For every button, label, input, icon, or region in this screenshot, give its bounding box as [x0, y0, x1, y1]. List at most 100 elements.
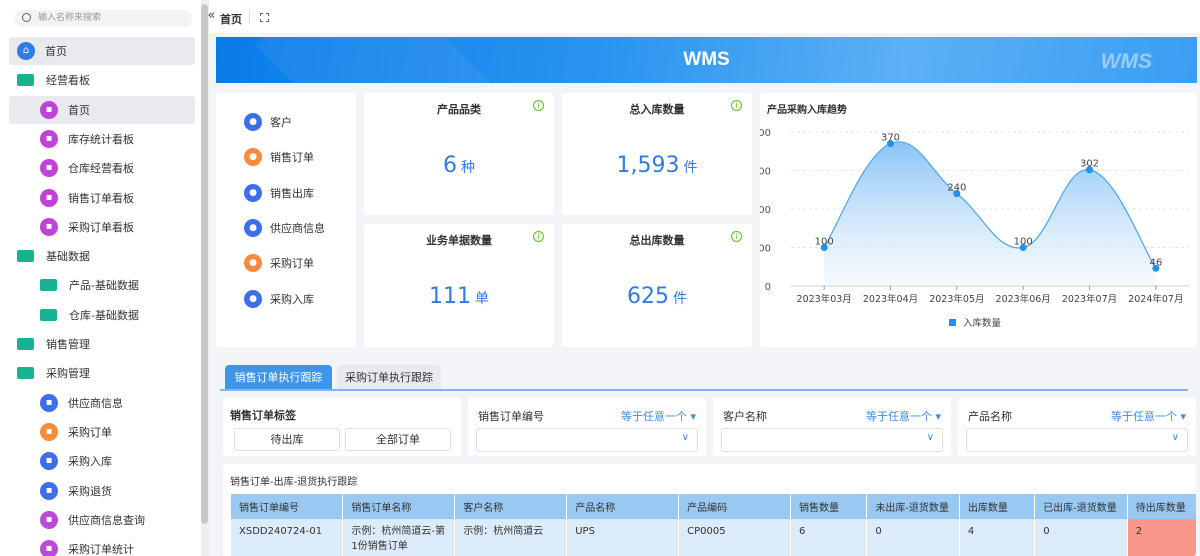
filter-operator-dropdown[interactable]: 等于任意一个 ▾ [866, 408, 941, 424]
filter-card: 销售订单编号 等于任意一个 ▾ ∨ [468, 398, 706, 456]
table-row[interactable]: XSDD240724-01 示例：杭州简道云-第1份销售订单 示例：杭州简道云 UPS… [231, 519, 1196, 556]
home-icon: ⌂ [17, 42, 35, 60]
pending-outbound-button[interactable]: 待出库 [234, 428, 340, 451]
sidebar-item-label: 经营看板 [46, 74, 90, 88]
x-tick-label: 2024年07月 [1128, 293, 1183, 305]
search-input[interactable]: 输入名称来搜索 [14, 10, 192, 27]
column-header[interactable]: 已出库-退货数量 [1034, 494, 1128, 519]
document-icon: ▪ [40, 393, 58, 412]
sidebar-item[interactable]: 经营看板 [9, 66, 195, 94]
filter-select[interactable]: ∨ [721, 428, 943, 452]
info-icon[interactable]: i [533, 231, 544, 242]
sidebar-item[interactable]: ▪ 采购订单 [9, 418, 195, 446]
table-cell: 示例：杭州简道云-第1份销售订单 [342, 519, 456, 556]
x-tick-label: 2023年05月 [929, 293, 984, 305]
filter-select[interactable]: ∨ [966, 428, 1188, 452]
info-icon[interactable]: i [731, 231, 742, 242]
folder-icon [17, 367, 34, 380]
y-tick-label: 300 [760, 167, 771, 178]
quick-link[interactable]: ● 采购入库 [244, 289, 314, 308]
table-cell: 2 [1127, 519, 1196, 556]
sidebar-item[interactable]: ▪ 销售订单看板 [9, 184, 195, 212]
sidebar-item[interactable]: 产品-基础数据 [9, 271, 195, 299]
sidebar-item[interactable]: 基础数据 [9, 242, 195, 270]
folder-icon [17, 250, 34, 263]
sidebar-item-label: 首页 [45, 45, 67, 58]
quick-link[interactable]: ● 供应商信息 [244, 218, 325, 237]
sidebar-item[interactable]: ▪ 首页 [9, 95, 195, 124]
x-tick-label: 2023年03月 [797, 293, 852, 305]
column-header[interactable]: 产品编码 [678, 494, 792, 519]
stat-title: 产品品类 [437, 103, 481, 116]
tracking-table-card: 销售订单-出库-退货执行跟踪 销售订单编号 销售订单名称 客户名称 产品名称 产品编码销… [223, 464, 1196, 556]
sidebar-item[interactable]: 销售管理 [9, 330, 195, 358]
sidebar-item-label: 产品-基础数据 [69, 279, 139, 293]
legend-label[interactable]: 入库数量 [963, 317, 1002, 329]
bar-chart-icon: ▪ [40, 510, 58, 529]
dashboard-icon: ▪ [40, 217, 58, 236]
stat-value-wrap: 625 件 [562, 284, 752, 309]
sidebar-item[interactable]: ⌂ 首页 [9, 37, 195, 65]
filter-select[interactable]: ∨ [476, 428, 698, 452]
banner-title: WMS [683, 49, 730, 70]
column-header[interactable]: 待出库数量 [1127, 494, 1196, 519]
column-header[interactable]: 销售数量 [790, 494, 868, 519]
tab-home[interactable]: 首页 [220, 11, 242, 27]
column-header[interactable]: 客户名称 [454, 494, 568, 519]
column-header[interactable]: 产品名称 [566, 494, 680, 519]
sidebar-item[interactable]: ▪ 供应商信息查询 [9, 506, 195, 534]
tab-purchase-tracking[interactable]: 采购订单执行跟踪 [337, 365, 441, 390]
tab-sales-tracking[interactable]: 销售订单执行跟踪 [225, 365, 332, 390]
column-header[interactable]: 销售订单名称 [342, 494, 456, 519]
divider [249, 10, 250, 24]
info-icon[interactable]: i [731, 100, 742, 111]
column-header[interactable]: 未出库-退货数量 [866, 494, 960, 519]
sidebar-item[interactable]: ▪ 库存统计看板 [9, 125, 195, 153]
collapse-sidebar-icon[interactable]: « [204, 8, 219, 26]
tab-underline [220, 389, 1188, 391]
table-cell: 0 [1034, 519, 1128, 556]
document-icon: ▪ [40, 481, 58, 500]
quick-link-label: 采购入库 [270, 292, 314, 306]
column-header[interactable]: 销售订单编号 [231, 494, 344, 519]
sidebar-item[interactable]: ▪ 采购订单看板 [9, 213, 195, 241]
sidebar-item[interactable]: ▪ 仓库经营看板 [9, 154, 195, 182]
folder-icon [40, 308, 57, 321]
sales-order-icon: ● [244, 148, 262, 167]
stat-value-wrap: 1,593 件 [562, 153, 752, 178]
filter-operator-dropdown[interactable]: 等于任意一个 ▾ [621, 408, 696, 424]
sidebar-item[interactable]: ▪ 采购退货 [9, 477, 195, 505]
sidebar-item[interactable]: ▪ 采购入库 [9, 447, 195, 475]
quick-link[interactable]: ● 销售出库 [244, 183, 314, 202]
sidebar-item[interactable]: ▪ 采购订单统计 [9, 535, 195, 556]
table-cell: 4 [959, 519, 1036, 556]
quick-link[interactable]: ● 销售订单 [244, 148, 314, 167]
stat-card: 业务单据数量 i 111 单 [364, 224, 554, 347]
line-chart: 0 100 200 300 400 100 2023年03月 370 2023年04月 240 20… [760, 128, 1189, 329]
sidebar-item-label: 销售管理 [46, 338, 90, 351]
sidebar-item-label: 仓库经营看板 [68, 162, 134, 176]
info-icon[interactable]: i [533, 100, 544, 111]
fullscreen-icon[interactable] [260, 13, 269, 22]
all-orders-button[interactable]: 全部订单 [345, 428, 451, 451]
y-tick-label: 0 [765, 282, 771, 293]
tag-filter-label: 销售订单标签 [230, 409, 296, 422]
tracking-table: 销售订单编号 销售订单名称 客户名称 产品名称 产品编码 销售数量 未出库-退货数量 出库数量… [231, 494, 1196, 556]
quick-link[interactable]: ● 客户 [244, 113, 292, 131]
sidebar-item[interactable]: 采购管理 [9, 359, 195, 387]
table-cell: XSDD240724-01 [231, 519, 344, 556]
inbound-icon: ● [244, 289, 262, 308]
sidebar-item[interactable]: 仓库-基础数据 [9, 301, 195, 329]
filter-operator-dropdown[interactable]: 等于任意一个 ▾ [1111, 408, 1186, 424]
data-label: 100 [1014, 237, 1033, 248]
quick-link[interactable]: ● 采购订单 [244, 254, 314, 273]
table-title: 销售订单-出库-退货执行跟踪 [230, 477, 358, 488]
scrollbar-thumb[interactable] [201, 4, 208, 524]
folder-icon [40, 279, 57, 292]
sidebar-item-label: 供应商信息查询 [68, 513, 145, 527]
stat-value-wrap: 111 单 [364, 284, 554, 309]
column-header[interactable]: 出库数量 [959, 494, 1036, 519]
quick-link-label: 采购订单 [270, 257, 314, 271]
sidebar-item[interactable]: ▪ 供应商信息 [9, 389, 195, 417]
quick-link-label: 供应商信息 [270, 221, 325, 235]
